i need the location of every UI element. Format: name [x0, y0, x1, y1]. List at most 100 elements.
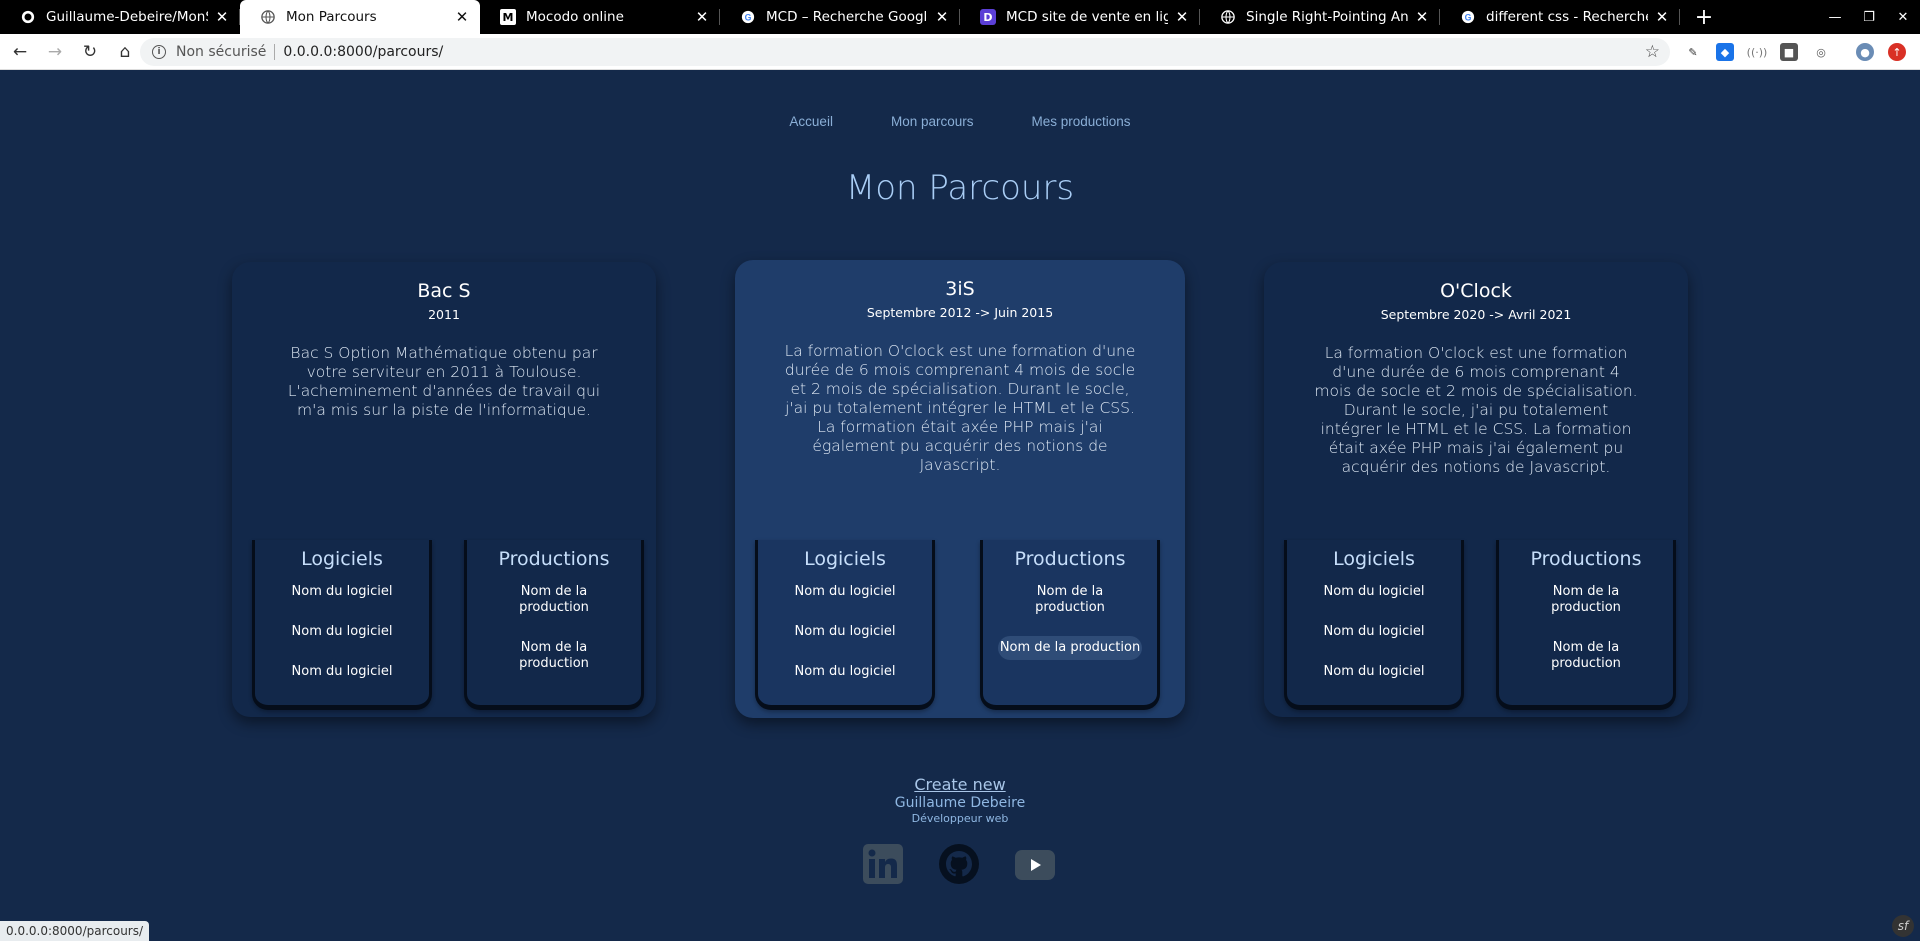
productions-title: Productions	[1530, 548, 1642, 570]
extension-wave-icon[interactable]: ((·))	[1747, 43, 1768, 61]
tab-google-mcd[interactable]: G MCD – Recherche Google ✕	[720, 0, 960, 34]
productions-title: Productions	[498, 548, 610, 570]
close-icon[interactable]: ✕	[1654, 8, 1670, 26]
app-icon: D	[980, 9, 996, 25]
close-icon[interactable]: ✕	[214, 8, 230, 26]
logiciels-panel: Logiciels Nom du logiciel Nom du logicie…	[755, 540, 935, 710]
forward-icon[interactable]: →	[40, 37, 70, 67]
info-icon[interactable]: i	[152, 45, 166, 59]
address-bar[interactable]: i Non sécurisé 0.0.0.0:8000/parcours/ ☆	[140, 38, 1670, 66]
parcours-card-bac-s: Bac S 2011 Bac S Option Mathématique obt…	[232, 262, 656, 717]
extension-target-icon[interactable]: ◎	[1812, 43, 1830, 61]
nav-item-mon-parcours[interactable]: Mon parcours	[891, 114, 974, 129]
close-icon[interactable]: ✕	[694, 8, 710, 26]
nav-item-accueil[interactable]: Accueil	[789, 114, 833, 129]
tab-github[interactable]: Guillaume-Debeire/MonSit ✕	[0, 0, 240, 34]
linkedin-icon[interactable]	[863, 844, 903, 884]
tab-mcd-site[interactable]: D MCD site de vente en ligne ✕	[960, 0, 1200, 34]
google-icon: G	[740, 9, 756, 25]
github-icon[interactable]	[939, 844, 979, 884]
tab-title: MCD site de vente en ligne	[1006, 9, 1168, 25]
card-title: 3iS	[945, 278, 975, 300]
new-tab-button[interactable]: +	[1684, 0, 1724, 34]
back-icon[interactable]: ←	[5, 37, 35, 67]
productions-panel: Productions Nom de la production Nom de …	[464, 540, 644, 710]
tab-title: Mocodo online	[526, 9, 624, 25]
logiciels-title: Logiciels	[301, 548, 383, 570]
extension-square-icon[interactable]: ■	[1780, 43, 1798, 61]
tab-angle[interactable]: Single Right-Pointing Angle ✕	[1200, 0, 1440, 34]
card-description: Bac S Option Mathématique obtenu par vot…	[287, 344, 601, 419]
production-item[interactable]: Nom de la production	[998, 636, 1142, 660]
logiciel-item[interactable]: Nom du logiciel	[1299, 664, 1449, 680]
logiciel-item[interactable]: Nom du logiciel	[267, 624, 417, 640]
productions-panel: Productions Nom de la production Nom de …	[980, 540, 1160, 710]
page-title: Mon Parcours	[845, 168, 1075, 208]
card-description: La formation O'clock est une formation d…	[784, 342, 1136, 474]
svg-text:G: G	[1465, 13, 1472, 23]
card-date: 2011	[428, 307, 460, 322]
production-item[interactable]: Nom de la production	[1531, 640, 1641, 672]
production-item[interactable]: Nom de la production	[499, 640, 609, 672]
logiciels-title: Logiciels	[804, 548, 886, 570]
production-item[interactable]: Nom de la production	[1531, 584, 1641, 616]
logiciel-item[interactable]: Nom du logiciel	[770, 624, 920, 640]
logiciel-item[interactable]: Nom du logiciel	[1299, 624, 1449, 640]
globe-icon	[1220, 9, 1236, 25]
symfony-toolbar-icon[interactable]: sf	[1892, 915, 1914, 937]
restore-icon[interactable]: ❐	[1852, 0, 1886, 34]
footer-name: Guillaume Debeire	[894, 795, 1026, 811]
logiciel-item[interactable]: Nom du logiciel	[267, 584, 417, 600]
update-icon[interactable]: ↑	[1888, 43, 1906, 61]
close-icon[interactable]: ✕	[1174, 8, 1190, 26]
card-date: Septembre 2020 -> Avril 2021	[1380, 307, 1572, 322]
google-icon: G	[1460, 9, 1476, 25]
mocodo-icon: M	[500, 9, 516, 25]
tab-mocodo[interactable]: M Mocodo online ✕	[480, 0, 720, 34]
close-icon[interactable]: ✕	[454, 8, 470, 26]
close-icon[interactable]: ✕	[934, 8, 950, 26]
logiciel-item[interactable]: Nom du logiciel	[770, 584, 920, 600]
avatar[interactable]: ●	[1856, 43, 1874, 61]
window-controls: — ❐ ✕	[1818, 0, 1920, 34]
nav-item-mes-productions[interactable]: Mes productions	[1032, 114, 1131, 129]
tab-google-css[interactable]: G different css - Recherche G ✕	[1440, 0, 1680, 34]
close-window-icon[interactable]: ✕	[1886, 0, 1920, 34]
logiciels-title: Logiciels	[1333, 548, 1415, 570]
url-text: 0.0.0.0:8000/parcours/	[283, 44, 444, 60]
tab-title: different css - Recherche G	[1486, 9, 1648, 25]
reload-icon[interactable]: ↻	[75, 37, 105, 67]
tab-title: Single Right-Pointing Angle	[1246, 9, 1408, 25]
card-description: La formation O'clock est une formation d…	[1314, 344, 1638, 476]
productions-panel: Productions Nom de la production Nom de …	[1496, 540, 1676, 710]
main-nav: Accueil Mon parcours Mes productions	[0, 114, 1920, 129]
logiciels-panel: Logiciels Nom du logiciel Nom du logicie…	[1284, 540, 1464, 710]
logiciel-item[interactable]: Nom du logiciel	[770, 664, 920, 680]
github-icon	[20, 9, 36, 25]
home-icon[interactable]: ⌂	[110, 37, 140, 67]
footer-job: Développeur web	[911, 812, 1009, 825]
bookmark-star-icon[interactable]: ☆	[1645, 42, 1660, 62]
create-new-link[interactable]: Create new	[0, 775, 1920, 794]
status-bar-url: 0.0.0.0:8000/parcours/	[0, 921, 150, 941]
logiciel-item[interactable]: Nom du logiciel	[267, 664, 417, 680]
extension-shield-icon[interactable]: ◆	[1716, 43, 1734, 61]
production-item[interactable]: Nom de la production	[1015, 584, 1125, 616]
production-item[interactable]: Nom de la production	[499, 584, 609, 616]
parcours-card-oclock: O'Clock Septembre 2020 -> Avril 2021 La …	[1264, 262, 1688, 717]
divider	[274, 44, 276, 60]
tab-mon-parcours[interactable]: Mon Parcours ✕	[240, 0, 480, 34]
browser-toolbar: ← → ↻ ⌂ i Non sécurisé 0.0.0.0:8000/parc…	[0, 34, 1920, 70]
logiciels-panel: Logiciels Nom du logiciel Nom du logicie…	[252, 540, 432, 710]
minimize-icon[interactable]: —	[1818, 0, 1852, 34]
close-icon[interactable]: ✕	[1414, 8, 1430, 26]
card-date: Septembre 2012 -> Juin 2015	[866, 305, 1054, 320]
logiciel-item[interactable]: Nom du logiciel	[1299, 584, 1449, 600]
extension-pen-icon[interactable]: ✎	[1684, 43, 1702, 61]
youtube-icon[interactable]	[1015, 844, 1055, 884]
card-title: Bac S	[417, 280, 471, 302]
tab-strip: Guillaume-Debeire/MonSit ✕ Mon Parcours …	[0, 0, 1920, 34]
tab-title: Guillaume-Debeire/MonSit	[46, 9, 208, 25]
tab-title: Mon Parcours	[286, 9, 377, 25]
security-label: Non sécurisé	[176, 44, 267, 60]
